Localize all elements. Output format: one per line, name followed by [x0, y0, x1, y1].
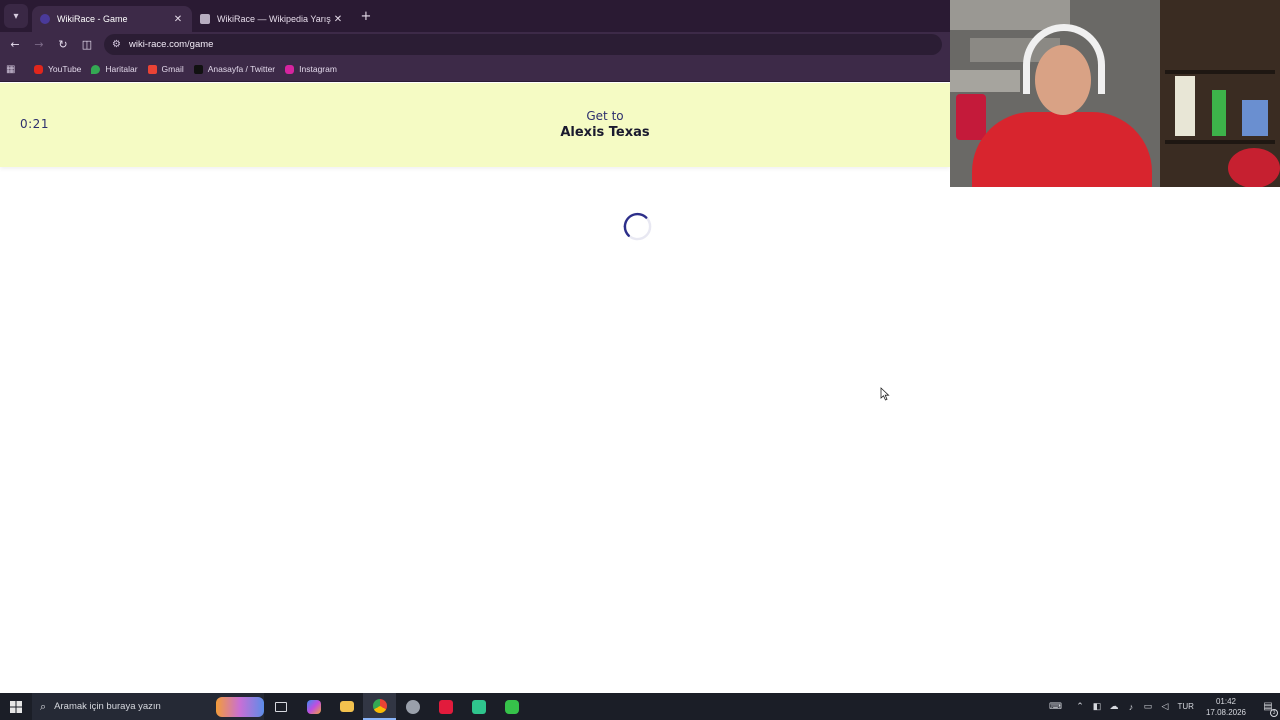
- new-tab-button[interactable]: +: [356, 9, 376, 24]
- back-arrow-icon[interactable]: ←: [3, 38, 27, 51]
- search-highlight-art: [216, 696, 264, 717]
- windows-taskbar: ⌕ Aramak için buraya yazın ⌨ ⌃ ◧ ☁ ♪ ▭ ◁…: [0, 693, 1280, 720]
- tab-wikirace-home[interactable]: WikiRace — Wikipedia Yarış Oy ✕: [192, 6, 352, 32]
- language-indicator[interactable]: TUR: [1178, 702, 1194, 711]
- person-shirt: [972, 112, 1152, 187]
- webcam-overlay: [950, 0, 1280, 187]
- file-explorer-icon[interactable]: [330, 693, 363, 720]
- volume-icon[interactable]: ◁: [1157, 701, 1173, 712]
- bookmark-gmail[interactable]: Gmail: [147, 64, 184, 74]
- bookmark-youtube[interactable]: YouTube: [34, 64, 81, 74]
- tab-search-chevron-icon[interactable]: ▾: [4, 4, 28, 28]
- search-placeholder: Aramak için buraya yazın: [54, 701, 161, 712]
- site-info-icon[interactable]: ⚙: [112, 39, 121, 50]
- shelf-board: [1165, 70, 1275, 74]
- settings-icon[interactable]: [396, 693, 429, 720]
- opera-icon[interactable]: [429, 693, 462, 720]
- bookmark-label: Gmail: [161, 64, 184, 74]
- gmail-icon: [147, 64, 157, 74]
- x-twitter-icon: [193, 64, 203, 74]
- shelf-item: [1242, 100, 1268, 136]
- url-text: wiki-race.com/game: [128, 39, 214, 50]
- app-tray-icon[interactable]: ◧: [1089, 701, 1105, 712]
- shelf-board: [1165, 140, 1275, 144]
- turkish-flag: [1228, 148, 1280, 187]
- windows-logo-icon: [10, 700, 22, 713]
- youtube-icon: [34, 64, 43, 74]
- bookmark-maps[interactable]: Haritalar: [91, 64, 138, 74]
- network-icon[interactable]: ▭: [1140, 701, 1156, 712]
- bookmark-twitter[interactable]: Anasayfa / Twitter: [193, 64, 276, 74]
- notification-badge: 3: [1270, 709, 1278, 717]
- goal-target: Alexis Texas: [560, 125, 650, 140]
- red-speaker: [956, 94, 986, 140]
- search-icon: ⌕: [40, 699, 47, 713]
- bookmark-instagram[interactable]: Instagram: [285, 64, 337, 74]
- tab-title: WikiRace — Wikipedia Yarış Oy: [217, 14, 332, 24]
- split-view-icon[interactable]: ◫: [75, 38, 99, 51]
- clock-time: 01:42: [1215, 696, 1236, 706]
- maps-icon: [91, 64, 101, 74]
- game-timer: 0:21: [20, 117, 49, 131]
- forward-arrow-icon[interactable]: →: [27, 38, 51, 51]
- tab-wikirace-game[interactable]: WikiRace - Game ✕: [32, 6, 192, 32]
- mouse-cursor-icon: [880, 387, 890, 401]
- tab-title: WikiRace - Game: [57, 14, 128, 24]
- system-tray: ⌨ ⌃ ◧ ☁ ♪ ▭ ◁ TUR 01:42 17.08.2026 ▤ 3: [1047, 693, 1280, 720]
- copilot-icon[interactable]: [297, 693, 330, 720]
- page-favicon-icon: [200, 14, 210, 24]
- close-tab-icon[interactable]: ✕: [172, 14, 184, 25]
- instagram-icon: [285, 64, 295, 74]
- keyboard-icon[interactable]: ⌨: [1048, 701, 1064, 712]
- shelf-item: [1212, 90, 1226, 136]
- browser-toolbar: ← → ↻ ◫ ⚙ wiki-race.com/game: [0, 32, 950, 57]
- chrome-icon[interactable]: [363, 693, 396, 720]
- notification-center-icon[interactable]: ▤ 3: [1256, 701, 1280, 717]
- bookmark-label: Anasayfa / Twitter: [207, 64, 276, 74]
- headphones: [1023, 24, 1105, 94]
- goal-panel: Get to Alexis Texas: [500, 109, 710, 140]
- address-bar[interactable]: ⚙ wiki-race.com/game: [104, 34, 942, 55]
- clock[interactable]: 01:42 17.08.2026: [1206, 696, 1246, 718]
- start-button[interactable]: [0, 700, 32, 713]
- wall-brick: [950, 70, 1020, 92]
- loading-spinner-icon: [623, 212, 652, 241]
- bookmark-label: YouTube: [48, 64, 82, 74]
- close-tab-icon[interactable]: ✕: [332, 14, 344, 25]
- cloud-icon[interactable]: ☁: [1106, 701, 1122, 712]
- clock-date: 17.08.2026: [1205, 707, 1246, 717]
- goal-label: Get to: [586, 109, 624, 123]
- app-green-icon[interactable]: [462, 693, 495, 720]
- wikirace-favicon-icon: [40, 14, 50, 24]
- taskbar-search[interactable]: ⌕ Aramak için buraya yazın: [32, 693, 264, 720]
- reload-icon[interactable]: ↻: [51, 38, 75, 51]
- apps-grid-icon[interactable]: ▦: [6, 64, 20, 75]
- microphone-icon[interactable]: ♪: [1123, 702, 1139, 712]
- bookmark-label: Haritalar: [105, 64, 138, 74]
- game-header: 0:21 Get to Alexis Texas: [0, 83, 950, 167]
- shelf-item: [1175, 76, 1195, 136]
- app-hex-icon[interactable]: [495, 693, 528, 720]
- task-view-icon[interactable]: [264, 693, 297, 720]
- chevron-up-icon[interactable]: ⌃: [1072, 701, 1088, 712]
- bookmark-label: Instagram: [299, 64, 337, 74]
- browser-tab-bar: ▾ WikiRace - Game ✕ WikiRace — Wikipedia…: [0, 0, 950, 32]
- bookmarks-bar: ▦ YouTube Haritalar Gmail Anasayfa / Twi…: [0, 57, 950, 82]
